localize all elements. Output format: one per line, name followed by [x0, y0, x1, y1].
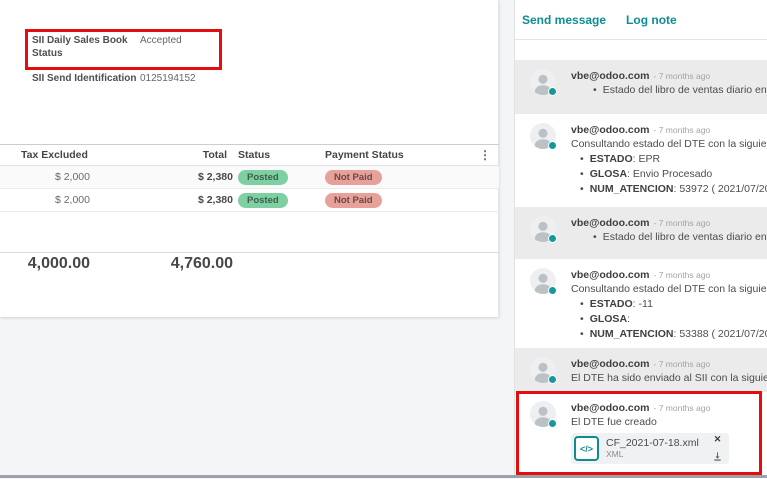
sii-status-value: Accepted — [140, 34, 182, 47]
total-amount: 4,760.00 — [90, 255, 233, 273]
message-author: vbe@odoo.com — [571, 217, 650, 229]
message-author: vbe@odoo.com — [571, 70, 650, 82]
invoice-detail-card: SII Daily Sales Book Status Accepted SII… — [0, 0, 499, 317]
attachment-card[interactable]: </> CF_2021-07-18.xml XML ✕ — [571, 433, 729, 464]
table-header-row: Tax Excluded Total Status Payment Status… — [0, 144, 499, 166]
chatter-spacer — [515, 40, 767, 60]
message-timestamp: - 7 months ago — [654, 270, 711, 280]
attachment-filename[interactable]: CF_2021-07-18.xml — [606, 437, 712, 449]
online-status-icon — [548, 141, 557, 150]
send-message-button[interactable]: Send message — [522, 13, 606, 27]
status-badge: Posted — [238, 170, 288, 185]
cell-total: $ 2,380 — [90, 171, 233, 183]
table-options-icon[interactable]: ⋮ — [479, 150, 491, 160]
total-tax-excluded: 4,000.00 — [21, 255, 90, 273]
col-header-payment-status: Payment Status — [325, 149, 465, 161]
online-status-icon — [548, 419, 557, 428]
chatter-message: vbe@odoo.com - 7 months ago Consultando e… — [515, 259, 767, 348]
sii-send-id-label: SII Send Identification — [32, 72, 142, 85]
xml-file-icon: </> — [574, 436, 599, 461]
attachment-download-icon[interactable] — [712, 451, 723, 462]
message-text: Consultando estado del DTE con la siguie… — [571, 137, 767, 152]
message-text: Consultando estado del DTE con la siguie… — [571, 282, 767, 297]
online-status-icon — [548, 234, 557, 243]
cell-tax-excluded: $ 2,000 — [21, 194, 90, 206]
chatter-message: vbe@odoo.com - 7 months ago Estado del li… — [515, 60, 767, 114]
totals-divider — [0, 252, 499, 253]
attachment-close-icon[interactable]: ✕ — [714, 435, 722, 444]
cell-total: $ 2,380 — [90, 194, 233, 206]
message-bullet: Estado del libro de ventas diario en — [571, 230, 767, 245]
table-totals-row: 4,000.00 4,760.00 — [0, 255, 499, 273]
message-bullet: GLOSA: Envio Procesado — [571, 167, 767, 182]
message-timestamp: - 7 months ago — [654, 71, 711, 81]
col-header-status: Status — [238, 149, 318, 161]
col-header-tax-excluded: Tax Excluded — [21, 149, 90, 161]
message-timestamp: - 7 months ago — [654, 218, 711, 228]
log-note-button[interactable]: Log note — [626, 13, 677, 27]
col-header-total: Total — [90, 149, 233, 161]
payment-status-badge: Not Paid — [325, 193, 382, 208]
table-row[interactable]: $ 2,000 $ 2,380 Posted Not Paid — [0, 189, 499, 212]
chatter-panel: Send message Log note vbe@odoo.com - 7 mo… — [514, 0, 767, 479]
message-author: vbe@odoo.com — [571, 124, 650, 136]
message-bullet: ESTADO: EPR — [571, 152, 767, 167]
chatter-message: vbe@odoo.com - 7 months ago Estado del li… — [515, 207, 767, 259]
chatter-toolbar: Send message Log note — [515, 0, 767, 40]
message-author: vbe@odoo.com — [571, 402, 650, 414]
online-status-icon — [548, 286, 557, 295]
sii-status-label: SII Daily Sales Book Status — [32, 34, 136, 60]
message-timestamp: - 7 months ago — [654, 125, 711, 135]
message-bullet: Estado del libro de ventas diario en — [571, 83, 767, 98]
message-bullet: GLOSA: — [571, 312, 767, 327]
sii-send-id-value: 0125194152 — [140, 72, 196, 85]
message-bullet: ESTADO: -11 — [571, 297, 767, 312]
message-timestamp: - 7 months ago — [654, 403, 711, 413]
cell-tax-excluded: $ 2,000 — [21, 171, 90, 183]
message-author: vbe@odoo.com — [571, 269, 650, 281]
online-status-icon — [548, 375, 557, 384]
chatter-message: vbe@odoo.com - 7 months ago El DTE fue cr… — [515, 392, 767, 475]
message-bullet: NUM_ATENCION: 53388 ( 2021/07/20 — [571, 327, 767, 342]
table-row[interactable]: $ 2,000 $ 2,380 Posted Not Paid — [0, 166, 499, 189]
odoo-invoice-screen: { "colors": { "accent_teal": "#0c8e92", … — [0, 0, 767, 479]
chatter-message: vbe@odoo.com - 7 months ago El DTE ha sid… — [515, 348, 767, 392]
chatter-message: vbe@odoo.com - 7 months ago Consultando e… — [515, 114, 767, 207]
status-badge: Posted — [238, 193, 288, 208]
window-bottom-edge — [0, 475, 767, 478]
message-timestamp: - 7 months ago — [654, 359, 711, 369]
message-bullet: NUM_ATENCION: 53972 ( 2021/07/20 — [571, 182, 767, 197]
online-status-icon — [548, 87, 557, 96]
payment-status-badge: Not Paid — [325, 170, 382, 185]
invoice-lines-table: Tax Excluded Total Status Payment Status… — [0, 144, 499, 212]
message-text: El DTE ha sido enviado al SII con la sig… — [571, 371, 767, 386]
attachment-filetype: XML — [606, 449, 712, 460]
message-text: El DTE fue creado — [571, 415, 767, 430]
message-author: vbe@odoo.com — [571, 358, 650, 370]
